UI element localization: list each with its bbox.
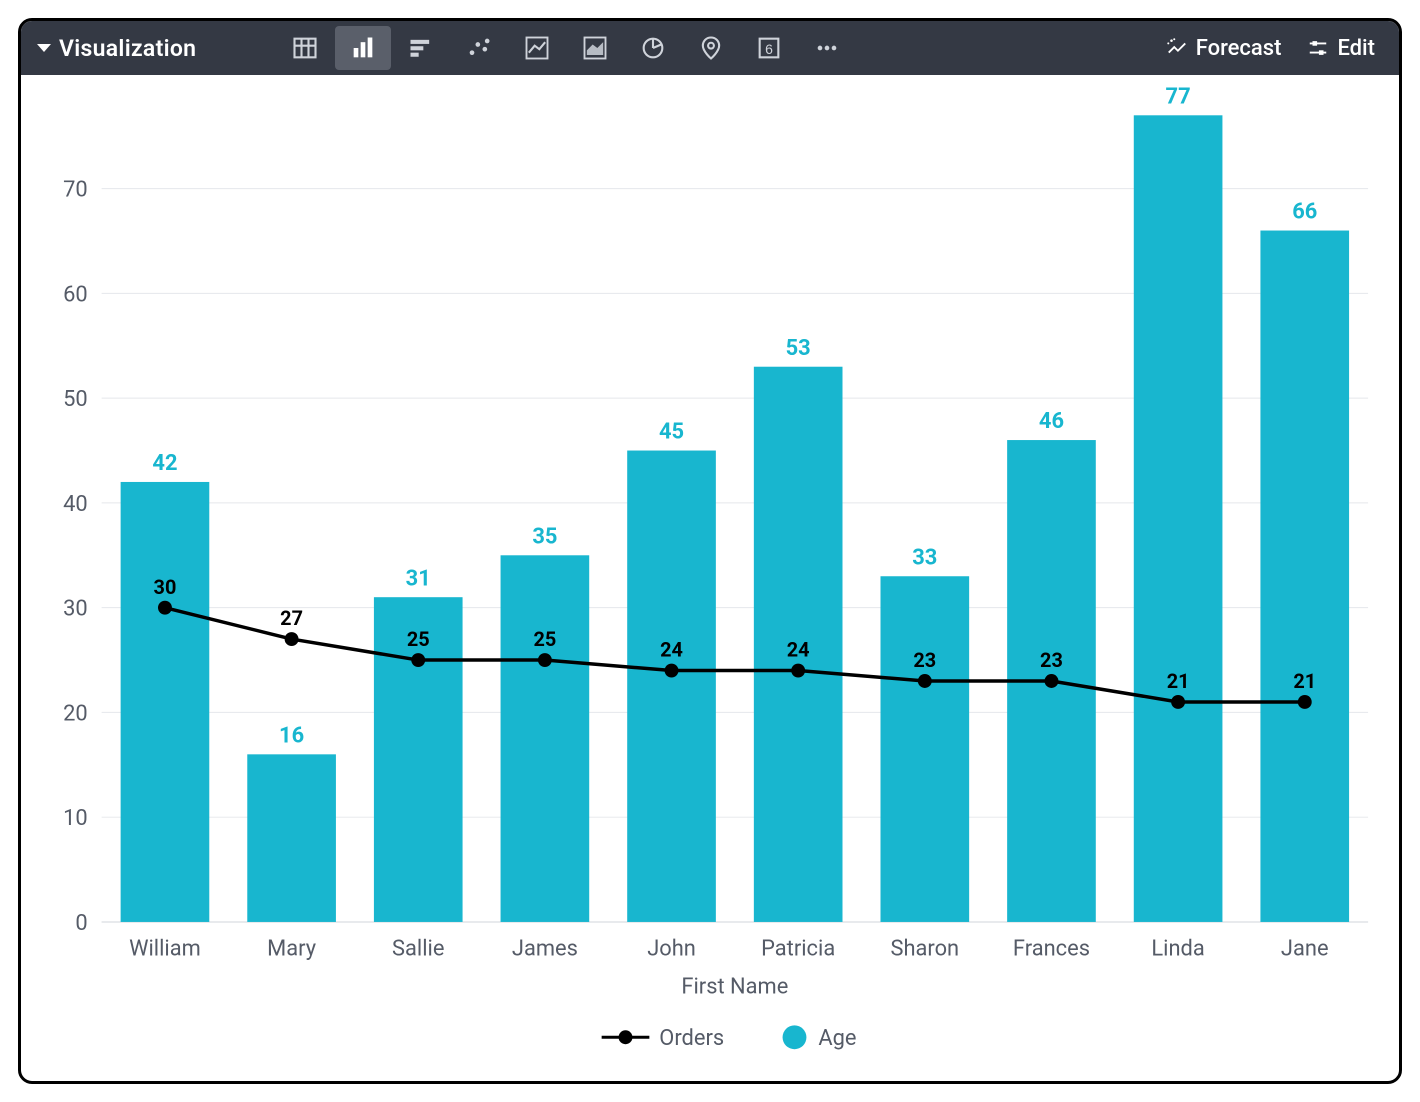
orders-point[interactable] [1298, 695, 1312, 709]
sliders-icon [1307, 37, 1329, 59]
bar-chart-icon [349, 34, 377, 62]
svg-text:20: 20 [63, 701, 88, 726]
orders-point[interactable] [411, 653, 425, 667]
chart-type-single-value[interactable]: 6 [741, 26, 797, 70]
chart-type-pie-chart[interactable] [625, 26, 681, 70]
orders-point-label: 27 [280, 607, 303, 630]
chart-type-line-chart[interactable] [509, 26, 565, 70]
bar-label: 77 [1166, 84, 1191, 109]
x-tick-label: Linda [1151, 937, 1204, 962]
x-tick-label: James [512, 937, 578, 962]
combined-chart: 0 10 20 30 40 50 60 70 42 William 16 Mary 31 Sallie 35… [21, 75, 1399, 1081]
bar-label: 45 [659, 420, 684, 445]
bar-label: 16 [279, 723, 304, 748]
visualization-panel: Visualization 6 Forecast Edit [18, 18, 1402, 1084]
svg-text:60: 60 [63, 282, 88, 307]
svg-text:10: 10 [63, 806, 88, 831]
orders-point-label: 24 [660, 639, 683, 662]
bar-label: 53 [786, 336, 811, 361]
bar-label: 46 [1039, 409, 1064, 434]
forecast-button[interactable]: Forecast [1156, 30, 1292, 67]
bar-label: 66 [1292, 200, 1317, 225]
visualization-toolbar: Visualization 6 Forecast Edit [21, 21, 1399, 75]
x-tick-label: Sallie [392, 937, 444, 962]
orders-point-label: 21 [1293, 670, 1316, 693]
orders-point-label: 24 [787, 639, 810, 662]
chart-type-scatter[interactable] [451, 26, 507, 70]
horizontal-bar-icon [407, 34, 435, 62]
panel-title: Visualization [59, 35, 196, 62]
forecast-label: Forecast [1196, 36, 1282, 61]
x-tick-label: John [647, 937, 696, 962]
svg-text:6: 6 [765, 41, 773, 57]
line-chart-icon [523, 34, 551, 62]
legend-orders-label: Orders [659, 1026, 724, 1051]
edit-button[interactable]: Edit [1297, 30, 1385, 67]
bar-linda[interactable] [1134, 115, 1223, 922]
chart-area: 0 10 20 30 40 50 60 70 42 William 16 Mary 31 Sallie 35… [21, 75, 1399, 1081]
bar-jane[interactable] [1260, 231, 1349, 922]
chart-type-area-chart[interactable] [567, 26, 623, 70]
bar-john[interactable] [627, 451, 716, 922]
x-tick-label: Patricia [761, 937, 835, 962]
bar-label: 33 [912, 545, 937, 570]
svg-text:50: 50 [63, 387, 88, 412]
map-pin-icon [697, 34, 725, 62]
orders-point[interactable] [918, 674, 932, 688]
x-tick-label: Mary [267, 937, 317, 962]
svg-text:40: 40 [63, 492, 88, 517]
legend-age-label: Age [818, 1026, 856, 1051]
chart-type-more[interactable] [799, 26, 855, 70]
chart-type-toolbar: 6 [277, 26, 855, 70]
svg-text:0: 0 [75, 911, 87, 936]
x-axis-label: First Name [681, 975, 788, 1000]
bar-sharon[interactable] [880, 576, 969, 922]
orders-point[interactable] [285, 632, 299, 646]
bar-william[interactable] [121, 482, 210, 922]
single-value-icon: 6 [755, 34, 783, 62]
chart-type-bar-chart[interactable] [335, 26, 391, 70]
x-tick-label: Jane [1281, 937, 1329, 962]
x-tick-label: Frances [1013, 937, 1090, 962]
chart-type-table[interactable] [277, 26, 333, 70]
more-icon [813, 34, 841, 62]
visualization-title-group[interactable]: Visualization [31, 35, 231, 62]
bar-mary[interactable] [247, 754, 336, 922]
table-icon [291, 34, 319, 62]
svg-text:30: 30 [63, 597, 88, 622]
svg-text:70: 70 [63, 178, 88, 203]
edit-label: Edit [1337, 36, 1375, 61]
orders-point[interactable] [1171, 695, 1185, 709]
orders-point[interactable] [158, 601, 172, 615]
orders-point-label: 23 [913, 649, 936, 672]
orders-point[interactable] [1045, 674, 1059, 688]
forecast-icon [1166, 37, 1188, 59]
scatter-icon [465, 34, 493, 62]
orders-point-label: 23 [1040, 649, 1063, 672]
area-chart-icon [581, 34, 609, 62]
orders-point[interactable] [791, 664, 805, 678]
pie-chart-icon [639, 34, 667, 62]
orders-point-label: 21 [1167, 670, 1190, 693]
bar-label: 31 [406, 566, 431, 591]
bar-james[interactable] [501, 555, 590, 922]
bar-label: 35 [532, 524, 557, 549]
orders-point[interactable] [665, 664, 679, 678]
orders-point[interactable] [538, 653, 552, 667]
chart-type-horizontal-bar[interactable] [393, 26, 449, 70]
legend-age-icon [783, 1025, 807, 1049]
caret-down-icon [37, 44, 51, 52]
x-tick-label: Sharon [890, 937, 959, 962]
chart-type-map-pin[interactable] [683, 26, 739, 70]
bar-label: 42 [152, 451, 177, 476]
orders-point-label: 25 [407, 628, 430, 651]
orders-point-label: 25 [533, 628, 556, 651]
legend-orders-icon [619, 1030, 633, 1044]
x-tick-label: William [129, 937, 201, 962]
orders-point-label: 30 [154, 576, 177, 599]
